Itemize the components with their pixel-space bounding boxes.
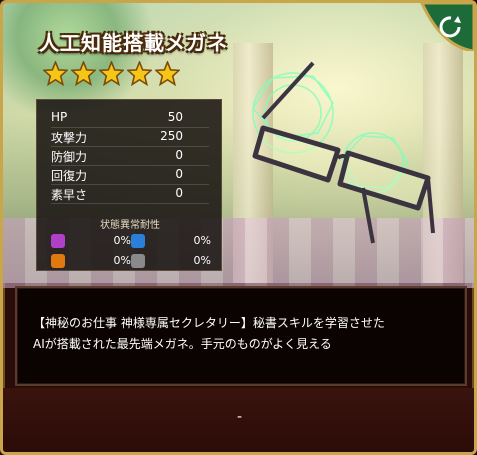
resist-value: 0% [113, 254, 131, 267]
resist-value: 0% [193, 254, 211, 267]
stat-value: 0 [175, 167, 183, 181]
paralysis-icon [51, 254, 65, 268]
sleep-icon [131, 234, 145, 248]
stat-label: 回復力 [51, 169, 88, 183]
resist-sleep: 0% [131, 234, 221, 250]
seal-icon [131, 254, 145, 268]
resist-value: 0% [113, 234, 131, 247]
resist-poison: 0% [51, 234, 141, 250]
star-icon [127, 61, 152, 86]
stat-value: 0 [175, 148, 183, 162]
stat-row: 攻撃力 250 [51, 129, 209, 147]
description-line: AIが搭載された最先端メガネ。手元のものがよく見える [33, 337, 332, 351]
item-name: 人工知能搭載メガネ [39, 31, 228, 55]
stat-label: HP [51, 110, 68, 124]
description-line: 【神秘のお仕事 神様専属セクレタリー】秘書スキルを学習させた [33, 316, 385, 330]
item-detail-card: 人工知能搭載メガネ HP 50 攻撃力 250 防御力 0 回復力 0 素早さ … [0, 0, 477, 455]
glasses-illustration [252, 61, 435, 244]
stats-panel: HP 50 攻撃力 250 防御力 0 回復力 0 素早さ 0 状態異常耐性 0… [36, 99, 222, 271]
star-icon [99, 61, 124, 86]
resist-seal: 0% [131, 254, 221, 270]
stat-label: 攻撃力 [51, 131, 88, 145]
item-description: 【神秘のお仕事 神様専属セクレタリー】秘書スキルを学習させた AIが搭載された最… [33, 313, 453, 355]
poison-icon [51, 234, 65, 248]
star-icon [71, 61, 96, 86]
star-icon [43, 61, 68, 86]
stat-row: 回復力 0 [51, 167, 209, 185]
star-icon [155, 61, 180, 86]
stat-label: 素早さ [51, 188, 88, 202]
background-foliage [3, 3, 163, 113]
stat-label: 防御力 [51, 150, 88, 164]
stat-row: 素早さ 0 [51, 186, 209, 204]
resist-paralysis: 0% [51, 254, 141, 270]
footer-text: - [237, 409, 243, 425]
stat-value: 250 [160, 129, 183, 143]
resist-value: 0% [193, 234, 211, 247]
refresh-button[interactable] [414, 3, 474, 51]
stat-value: 0 [175, 186, 183, 200]
status-resist-title: 状態異常耐性 [100, 220, 160, 231]
stat-value: 50 [167, 110, 183, 124]
stat-row: HP 50 [51, 110, 209, 128]
rarity-stars [43, 61, 180, 86]
stat-row: 防御力 0 [51, 148, 209, 166]
